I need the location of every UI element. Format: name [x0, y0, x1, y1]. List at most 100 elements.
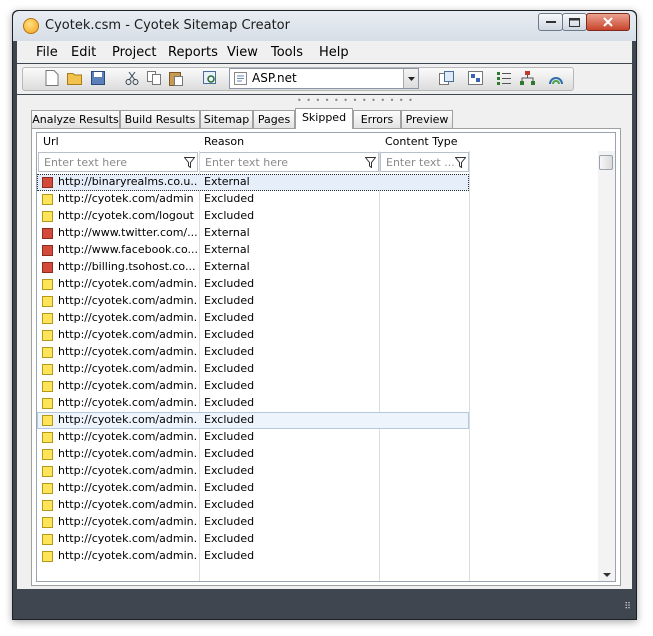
filter-icon[interactable] — [181, 153, 197, 171]
window-title: Cyotek.csm - Cyotek Sitemap Creator — [45, 18, 290, 33]
crawl-icon[interactable] — [547, 69, 565, 87]
url-cell: http://binaryrealms.co.u... — [58, 175, 198, 188]
menu-reports[interactable]: Reports — [168, 45, 218, 60]
table-row[interactable]: http://cyotek.com/admin... Excluded — [37, 378, 469, 395]
table-row[interactable]: http://cyotek.com/admin... Excluded — [37, 412, 469, 429]
url-cell: http://www.twitter.com/... — [58, 226, 198, 239]
url-cell: http://cyotek.com/admin... — [58, 549, 198, 562]
column-header-content-type[interactable]: Content Type — [385, 135, 458, 148]
close-button[interactable] — [586, 13, 630, 31]
table-row[interactable]: http://cyotek.com/admin... Excluded — [37, 344, 469, 361]
save-icon[interactable] — [89, 69, 107, 87]
table-row[interactable]: http://cyotek.com/admin... Excluded — [37, 310, 469, 327]
app-icon[interactable] — [23, 18, 39, 34]
excluded-status-icon — [42, 432, 53, 443]
grid-rows: http://binaryrealms.co.u... External http:… — [37, 174, 597, 574]
close-icon — [603, 17, 613, 27]
reason-cell: Excluded — [204, 464, 255, 477]
menu-help[interactable]: Help — [319, 45, 349, 60]
splitter-grip[interactable]: • • • • • • • • • • • • • — [297, 96, 414, 105]
table-row[interactable]: http://cyotek.com/admin... Excluded — [37, 429, 469, 446]
reason-cell: Excluded — [204, 515, 255, 528]
skipped-grid: Url Reason Content Type Enter text here … — [36, 132, 616, 582]
structure-icon[interactable] — [466, 69, 484, 87]
table-row[interactable]: http://cyotek.com/admin... Excluded — [37, 327, 469, 344]
tab-errors[interactable]: Errors — [353, 110, 401, 128]
menu-project[interactable]: Project — [112, 45, 156, 60]
tab-skipped[interactable]: Skipped — [295, 108, 353, 129]
maximize-button[interactable] — [562, 13, 587, 31]
scroll-down-icon[interactable] — [603, 573, 611, 577]
table-row[interactable]: http://cyotek.com/admin... Excluded — [37, 514, 469, 531]
preview-icon[interactable] — [201, 69, 219, 87]
excluded-status-icon — [42, 279, 53, 290]
menu-tools[interactable]: Tools — [271, 45, 303, 60]
tab-analyze-results[interactable]: Analyze Results — [31, 110, 120, 128]
table-row[interactable]: http://cyotek.com/admin... Excluded — [37, 446, 469, 463]
table-row[interactable]: http://cyotek.com/admin... Excluded — [37, 497, 469, 514]
table-row[interactable]: http://billing.tsohost.co... External — [37, 259, 469, 276]
content-type-filter-input[interactable]: Enter text ... — [380, 152, 469, 172]
minimize-button[interactable] — [538, 13, 563, 31]
filter-icon[interactable] — [362, 153, 378, 171]
tab-pages[interactable]: Pages — [253, 110, 295, 128]
cut-icon[interactable] — [123, 69, 141, 87]
new-icon[interactable] — [43, 69, 61, 87]
excluded-status-icon — [42, 330, 53, 341]
url-cell: http://cyotek.com/admin... — [58, 396, 198, 409]
url-cell: http://cyotek.com/admin... — [58, 362, 198, 375]
menu-view[interactable]: View — [227, 45, 258, 60]
url-cell: http://cyotek.com/admin... — [58, 464, 198, 477]
chevron-down-icon[interactable] — [403, 69, 418, 88]
table-row[interactable]: http://binaryrealms.co.u... External — [37, 174, 469, 191]
tab-build-results[interactable]: Build Results — [120, 110, 200, 128]
table-row[interactable]: http://cyotek.com/admin... Excluded — [37, 361, 469, 378]
url-cell: http://cyotek.com/admin... — [58, 447, 198, 460]
table-row[interactable]: http://cyotek.com/admin... Excluded — [37, 480, 469, 497]
status-bar: ⠿ — [17, 594, 632, 614]
reason-cell: Excluded — [204, 362, 255, 375]
title-bar[interactable]: Cyotek.csm - Cyotek Sitemap Creator — [13, 11, 636, 41]
reason-cell: External — [204, 175, 250, 188]
column-header-url[interactable]: Url — [43, 135, 59, 148]
table-row[interactable]: http://cyotek.com/admin... Excluded — [37, 531, 469, 548]
open-icon[interactable] — [66, 69, 84, 87]
table-row[interactable]: http://cyotek.com/logout Excluded — [37, 208, 469, 225]
list-icon[interactable] — [495, 69, 513, 87]
excluded-status-icon — [42, 381, 53, 392]
reason-cell: Excluded — [204, 447, 255, 460]
table-row[interactable]: http://cyotek.com/admin... Excluded — [37, 293, 469, 310]
url-cell: http://cyotek.com/admin — [58, 192, 194, 205]
column-header-reason[interactable]: Reason — [204, 135, 244, 148]
report-icon[interactable] — [437, 69, 455, 87]
table-row[interactable]: http://cyotek.com/admin... Excluded — [37, 395, 469, 412]
skipped-panel: Url Reason Content Type Enter text here … — [31, 128, 621, 586]
table-row[interactable]: http://www.twitter.com/... External — [37, 225, 469, 242]
table-row[interactable]: http://cyotek.com/admin... Excluded — [37, 276, 469, 293]
minimize-icon — [545, 21, 556, 23]
copy-icon[interactable] — [145, 69, 163, 87]
filter-icon[interactable] — [452, 153, 468, 171]
tab-sitemap[interactable]: Sitemap — [200, 110, 253, 128]
sitemap-icon[interactable] — [518, 69, 536, 87]
reason-filter-input[interactable]: Enter text here — [199, 152, 379, 172]
resize-grip-icon[interactable]: ⠿ — [624, 602, 631, 612]
menu-edit[interactable]: Edit — [71, 45, 96, 60]
menu-file[interactable]: File — [36, 45, 58, 60]
excluded-status-icon — [42, 466, 53, 477]
reason-cell: Excluded — [204, 430, 255, 443]
project-type-select[interactable]: ASP.net — [229, 68, 419, 89]
excluded-status-icon — [42, 296, 53, 307]
reason-cell: External — [204, 226, 250, 239]
table-row[interactable]: http://cyotek.com/admin Excluded — [37, 191, 469, 208]
vertical-scrollbar[interactable] — [598, 151, 615, 581]
scrollbar-thumb[interactable] — [599, 155, 613, 170]
tab-preview[interactable]: Preview — [401, 110, 453, 128]
table-row[interactable]: http://cyotek.com/admin... Excluded — [37, 463, 469, 480]
url-filter-input[interactable]: Enter text here — [38, 152, 198, 172]
project-type-value: ASP.net — [252, 71, 297, 85]
table-row[interactable]: http://www.facebook.co... External — [37, 242, 469, 259]
excluded-status-icon — [42, 415, 53, 426]
table-row[interactable]: http://cyotek.com/admin... Excluded — [37, 548, 469, 565]
paste-icon[interactable] — [167, 69, 185, 87]
